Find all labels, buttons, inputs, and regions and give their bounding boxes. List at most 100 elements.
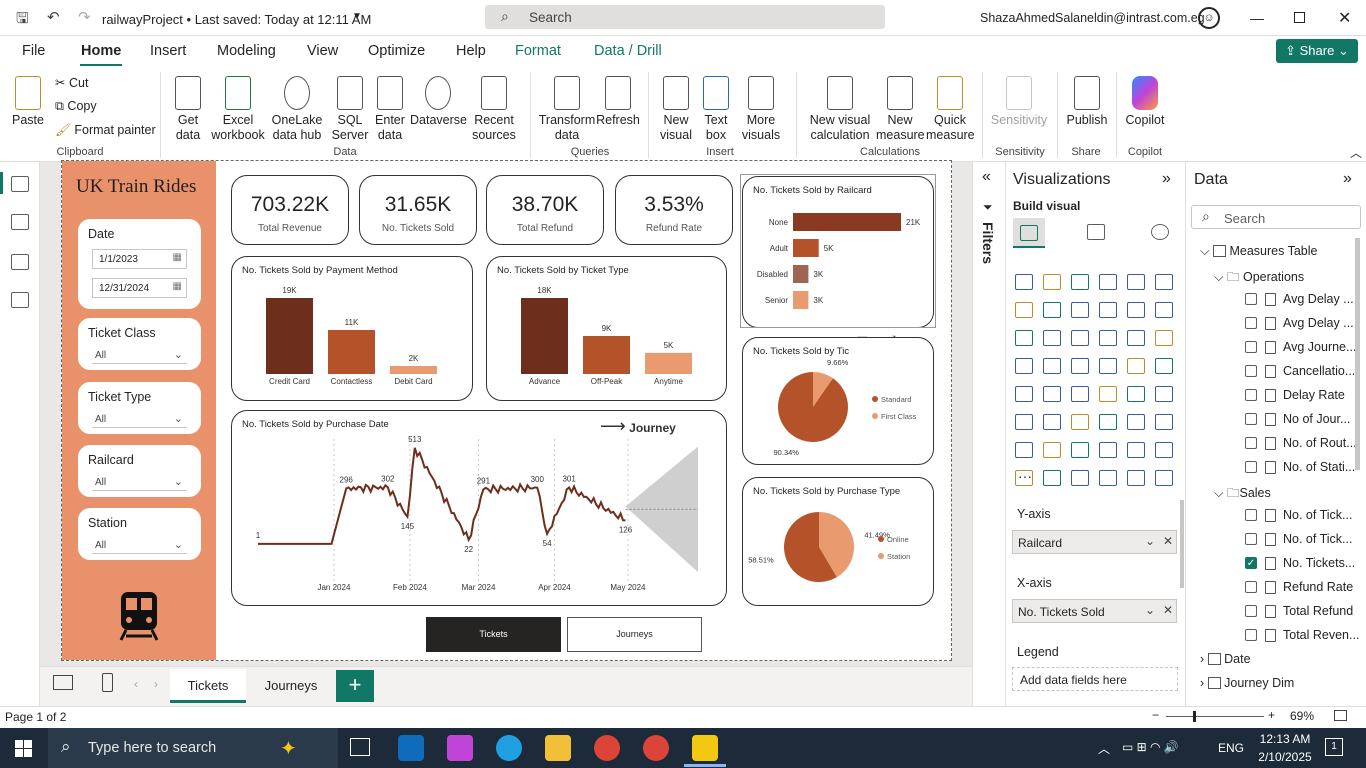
visual-type-icon[interactable]: [1043, 442, 1061, 458]
menu-optimize[interactable]: Optimize: [368, 43, 425, 59]
paste-button[interactable]: Paste: [10, 76, 46, 128]
user-account[interactable]: ShazaAhmedSalaneldin@intrast.com.eg: [980, 11, 1205, 25]
table-view-icon[interactable]: [11, 214, 29, 230]
power-bi-icon[interactable]: [692, 735, 718, 761]
remove-field-icon[interactable]: ✕: [1163, 534, 1173, 548]
menu-view[interactable]: View: [307, 43, 338, 59]
visual-type-icon[interactable]: [1043, 302, 1061, 318]
text-box-button[interactable]: Text box: [698, 76, 734, 143]
legend-drop-zone[interactable]: Add data fields here: [1012, 667, 1178, 691]
menu-modeling[interactable]: Modeling: [217, 43, 276, 59]
format-painter-button[interactable]: 🖌 Format painter: [55, 123, 156, 138]
ticket-type-dropdown[interactable]: All ⌄: [92, 410, 187, 428]
chrome-icon[interactable]: [594, 735, 620, 761]
mobile-layout-icon[interactable]: [102, 673, 113, 692]
format-visual-icon[interactable]: [1087, 224, 1105, 240]
visual-type-icon[interactable]: [1015, 330, 1033, 346]
windows-start-icon[interactable]: [15, 740, 32, 757]
scroll-right-icon[interactable]: ›: [154, 677, 158, 691]
collapse-filters-icon[interactable]: «: [982, 168, 991, 186]
visual-type-icon[interactable]: [1127, 414, 1145, 430]
chevron-down-icon[interactable]: ⌄: [1145, 603, 1155, 617]
visual-type-icon[interactable]: [1015, 274, 1033, 290]
field-checkbox[interactable]: [1245, 317, 1257, 329]
redo-icon[interactable]: ↷: [78, 8, 91, 26]
visual-type-icon[interactable]: [1015, 442, 1033, 458]
excel-workbook-button[interactable]: Excel workbook: [210, 76, 266, 143]
tree-sales-folder[interactable]: ⌵ 🗀Sales: [1214, 484, 1271, 505]
tree-date-table[interactable]: › Date: [1200, 652, 1251, 666]
date-slicer[interactable]: Date 1/1/2023 ▦ 12/31/2024 ▦: [78, 219, 201, 309]
edge-icon[interactable]: [496, 735, 522, 761]
visual-type-icon[interactable]: [1043, 358, 1061, 374]
tickets-nav-button[interactable]: Tickets: [426, 617, 561, 652]
visual-type-icon[interactable]: [1155, 386, 1173, 402]
undo-icon[interactable]: ↶: [47, 8, 60, 26]
close-icon[interactable]: ✕: [1338, 8, 1351, 28]
task-view-icon[interactable]: [350, 738, 370, 756]
visual-type-icon[interactable]: [1155, 442, 1173, 458]
add-page-button[interactable]: +: [336, 670, 374, 702]
field-checkbox[interactable]: [1245, 341, 1257, 353]
clock-date[interactable]: 2/10/2025: [1255, 750, 1315, 764]
dax-query-view-icon[interactable]: [11, 292, 29, 308]
onelake-button[interactable]: OneLake data hub: [268, 76, 326, 143]
keyboard-language[interactable]: ENG: [1218, 741, 1244, 755]
minimize-icon[interactable]: —: [1250, 10, 1264, 26]
visual-type-icon[interactable]: [1099, 302, 1117, 318]
station-slicer[interactable]: Station All ⌄: [78, 508, 201, 560]
build-visual-tab[interactable]: [1013, 218, 1045, 248]
chrome-profile-icon[interactable]: [643, 735, 669, 761]
kpi-total-revenue[interactable]: 703.22K Total Revenue: [231, 175, 349, 245]
enter-data-button[interactable]: Enter data: [372, 76, 408, 143]
kpi-total-refund[interactable]: 38.70K Total Refund: [486, 175, 604, 245]
field-checkbox[interactable]: [1245, 293, 1257, 305]
analytics-icon[interactable]: [1151, 224, 1169, 240]
visual-type-icon[interactable]: [1043, 386, 1061, 402]
visual-type-icon[interactable]: [1155, 330, 1173, 346]
sql-server-button[interactable]: SQL Server: [330, 76, 370, 143]
save-icon[interactable]: 🖫: [16, 8, 29, 33]
visual-type-icon[interactable]: [1099, 442, 1117, 458]
zoom-slider-thumb[interactable]: [1193, 711, 1196, 722]
maximize-icon[interactable]: [1294, 12, 1305, 23]
menu-home[interactable]: Home: [81, 43, 121, 59]
visual-type-icon[interactable]: [1071, 442, 1089, 458]
field-checkbox[interactable]: [1245, 533, 1257, 545]
menu-file[interactable]: File: [22, 43, 45, 59]
railcard-slicer[interactable]: Railcard All ⌄: [78, 445, 201, 497]
purchase-date-line-chart[interactable]: No. Tickets Sold by Purchase Date ⟶ Jour…: [231, 410, 727, 606]
pane-scrollbar[interactable]: [1180, 500, 1184, 588]
microsoft-store-icon[interactable]: [398, 735, 424, 761]
visual-type-icon[interactable]: [1127, 274, 1145, 290]
new-visual-calculation-button[interactable]: New visual calculation: [804, 76, 876, 143]
clock-time[interactable]: 12:13 AM: [1255, 732, 1315, 746]
ticket-class-pie[interactable]: No. Tickets Sold by Tic 9.66% 90.34% Stand…: [742, 337, 934, 465]
x-axis-field[interactable]: No. Tickets Sold ⌄ ✕: [1012, 599, 1177, 623]
visual-type-icon[interactable]: [1015, 414, 1033, 430]
visual-type-icon[interactable]: [1127, 442, 1145, 458]
visual-type-icon[interactable]: [1155, 358, 1173, 374]
visual-type-icon[interactable]: [1043, 470, 1061, 486]
visual-type-icon[interactable]: [1043, 274, 1061, 290]
zoom-in-icon[interactable]: +: [1268, 708, 1275, 722]
field-checkbox[interactable]: [1245, 413, 1257, 425]
page-tab-tickets[interactable]: Tickets: [170, 669, 246, 703]
copilot-sparkle-icon[interactable]: ✦: [280, 736, 297, 761]
notifications-icon[interactable]: 1: [1325, 738, 1343, 756]
new-visual-button[interactable]: New visual: [656, 76, 696, 143]
zoom-out-icon[interactable]: −: [1152, 708, 1159, 722]
visual-type-icon[interactable]: [1071, 470, 1089, 486]
report-view-icon[interactable]: [11, 176, 29, 192]
visual-type-icon[interactable]: [1015, 302, 1033, 318]
data-search-input[interactable]: ⌕ Search: [1191, 205, 1361, 229]
payment-method-chart[interactable]: No. Tickets Sold by Payment Method 19K Cr…: [231, 256, 473, 401]
collapse-ribbon-icon[interactable]: ︿: [1350, 144, 1362, 161]
share-button[interactable]: ⇪ Share ⌄: [1276, 39, 1358, 63]
chevron-down-icon[interactable]: ⌄: [1145, 534, 1155, 548]
visual-type-icon[interactable]: [1127, 330, 1145, 346]
refresh-button[interactable]: Refresh: [596, 76, 640, 128]
chevron-down-icon[interactable]: ▼: [352, 11, 362, 22]
recent-sources-button[interactable]: Recent sources: [466, 76, 522, 143]
copy-button[interactable]: ⧉ Copy: [55, 99, 97, 114]
